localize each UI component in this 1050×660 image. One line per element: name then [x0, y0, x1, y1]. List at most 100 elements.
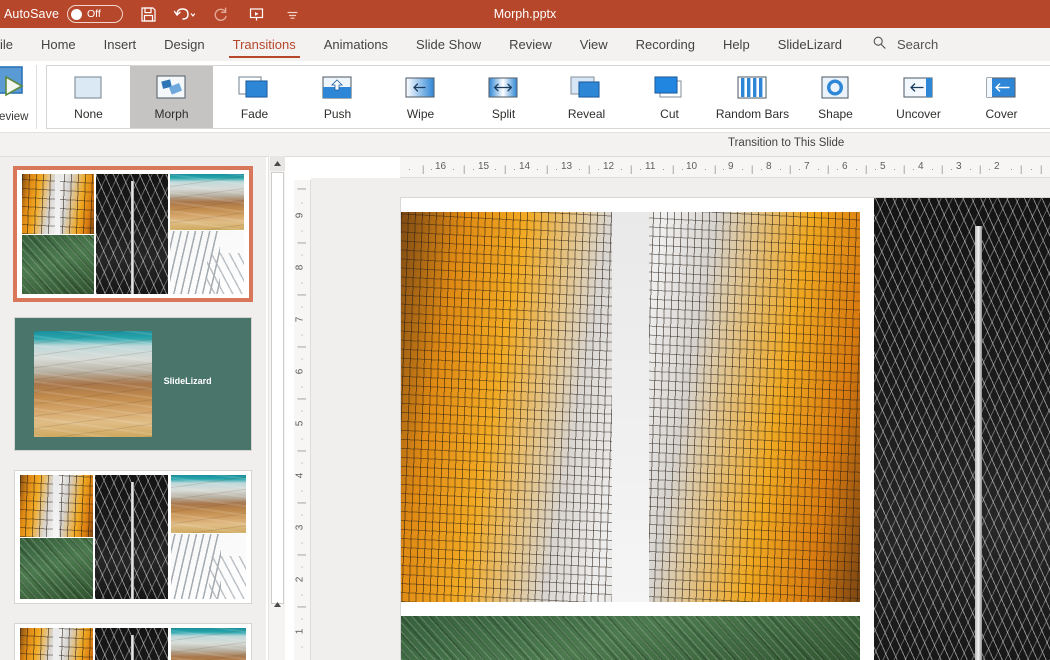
transition-wipe-label: Wipe: [406, 107, 435, 121]
transition-morph-label: Morph: [154, 107, 189, 121]
hruler-tick-11: 11: [645, 161, 656, 172]
thumb1-bridge: [95, 173, 168, 295]
tab-file[interactable]: File: [0, 28, 27, 61]
transition-shape[interactable]: Shape: [794, 66, 877, 128]
tab-animations-label: Animations: [323, 37, 389, 52]
transition-split-icon: [483, 73, 525, 103]
tab-recording-label: Recording: [635, 37, 695, 52]
hruler-tick-10: 10: [686, 161, 698, 172]
vertical-ruler[interactable]: | · 9 · | · 8 · | · 7 · | · 6 · | · 5 · …: [294, 180, 311, 660]
transition-none[interactable]: None: [47, 66, 130, 128]
tab-view[interactable]: View: [566, 28, 622, 61]
tab-home-label: Home: [40, 37, 76, 52]
tab-home[interactable]: Home: [27, 28, 90, 61]
transition-push[interactable]: Push: [296, 66, 379, 128]
vruler-tick-6: 6: [294, 368, 306, 375]
thumb3-buildings: [19, 474, 93, 537]
thumb4-canyon: [170, 627, 247, 660]
transition-none-label: None: [74, 107, 103, 121]
thumb2-canyon: [33, 331, 152, 437]
hruler-tick-9: 9: [728, 161, 734, 172]
hruler-tick-15: 15: [478, 161, 490, 172]
tab-transitions[interactable]: Transitions: [219, 28, 310, 61]
transition-reveal[interactable]: Reveal: [545, 66, 628, 128]
transition-wipe[interactable]: Wipe: [379, 66, 462, 128]
scrollbar-thumb[interactable]: [271, 172, 284, 604]
transition-morph[interactable]: Morph: [130, 66, 213, 128]
tab-help[interactable]: Help: [709, 28, 764, 61]
transition-shape-label: Shape: [818, 107, 853, 121]
tab-review[interactable]: Review: [495, 28, 566, 61]
vruler-tick-7: 7: [294, 316, 306, 323]
slide-thumbnail-1-content: [17, 170, 249, 298]
search-box[interactable]: Search: [872, 35, 938, 55]
transition-none-icon: [68, 73, 110, 103]
transition-cover[interactable]: Cover: [960, 66, 1043, 128]
ribbon-tab-bar: File Home Insert Design Transitions Anim…: [0, 28, 1050, 61]
slide-editing-canvas[interactable]: [311, 178, 1050, 660]
hruler-tick-14: 14: [519, 161, 531, 172]
transition-fade-icon: [234, 73, 276, 103]
scroll-up-arrow-icon[interactable]: [270, 156, 285, 171]
vruler-tick-2: 2: [294, 576, 306, 583]
ribbon-divider: [36, 65, 37, 129]
thumb3-spikes: [170, 534, 247, 600]
vruler-tick-9: 9: [294, 212, 306, 219]
thumb4-buildings: [19, 627, 93, 660]
transition-uncover[interactable]: Uncover: [877, 66, 960, 128]
tab-animations[interactable]: Animations: [310, 28, 402, 61]
transition-uncover-icon: [898, 73, 940, 103]
tab-design[interactable]: Design: [150, 28, 218, 61]
hruler-tick-3: 3: [956, 161, 962, 172]
slide-thumbnail-3[interactable]: [14, 470, 252, 604]
slide-thumbnail-1[interactable]: [13, 166, 253, 302]
vruler-tick-1: 1: [294, 628, 306, 635]
transition-fade-label: Fade: [240, 107, 269, 121]
thumbnail-scrollbar[interactable]: [268, 155, 285, 660]
search-input[interactable]: Search: [897, 37, 938, 52]
tab-slidelizard[interactable]: SlideLizard: [764, 28, 856, 61]
transition-group-caption: Transition to This Slide: [728, 137, 845, 149]
slide-bridge-photo[interactable]: [873, 198, 1050, 660]
transition-cut-label: Cut: [660, 107, 679, 121]
transition-split-label: Split: [491, 107, 516, 121]
thumb1-spikes: [170, 231, 245, 295]
thumb3-canyon: [170, 474, 247, 534]
preview-group: Preview: [0, 63, 34, 133]
transition-fade[interactable]: Fade: [213, 66, 296, 128]
thumb3-green: [19, 538, 93, 600]
thumb4-bridge: [95, 627, 169, 660]
thumb2-title: SlideLizard: [163, 376, 212, 387]
tab-recording[interactable]: Recording: [622, 28, 709, 61]
tab-slidelizard-label: SlideLizard: [777, 37, 843, 52]
horizontal-ruler[interactable]: · | · 16 · | · 15 · | · 14 · | · 13 · | …: [400, 157, 1050, 178]
transition-random-bars[interactable]: Random Bars: [711, 66, 794, 128]
current-slide[interactable]: [401, 198, 1050, 660]
slide-buildings-photo[interactable]: [401, 212, 860, 603]
hruler-tick-6: 6: [842, 161, 848, 172]
preview-play-icon[interactable]: [0, 65, 30, 110]
thumb1-buildings: [21, 173, 94, 234]
slide-thumbnail-4-content: [15, 624, 251, 660]
transition-split[interactable]: Split: [462, 66, 545, 128]
thumb3-bridge: [95, 474, 169, 600]
preview-button-label: Preview: [0, 111, 29, 123]
tab-design-label: Design: [164, 37, 205, 52]
vruler-tick-3: 3: [294, 524, 306, 531]
hruler-tick-5: 5: [880, 161, 886, 172]
tab-transitions-label: Transitions: [232, 37, 296, 52]
tab-insert[interactable]: Insert: [90, 28, 151, 61]
transition-cover-icon: [981, 73, 1023, 103]
slide-thumbnail-pane[interactable]: SlideLizard: [0, 157, 266, 660]
tab-slide-show-label: Slide Show: [416, 37, 482, 52]
scroll-down-grip-icon[interactable]: [273, 595, 282, 613]
slide-thumbnail-2[interactable]: SlideLizard: [14, 317, 252, 451]
tab-help-label: Help: [722, 37, 750, 52]
search-icon: [872, 35, 887, 55]
transition-shape-icon: [815, 73, 857, 103]
thumb2-photo-frame: [33, 331, 152, 437]
tab-slide-show[interactable]: Slide Show: [402, 28, 495, 61]
slide-thumbnail-4[interactable]: [14, 623, 252, 660]
slide-green-photo[interactable]: [401, 616, 860, 660]
transition-cut[interactable]: Cut: [628, 66, 711, 128]
